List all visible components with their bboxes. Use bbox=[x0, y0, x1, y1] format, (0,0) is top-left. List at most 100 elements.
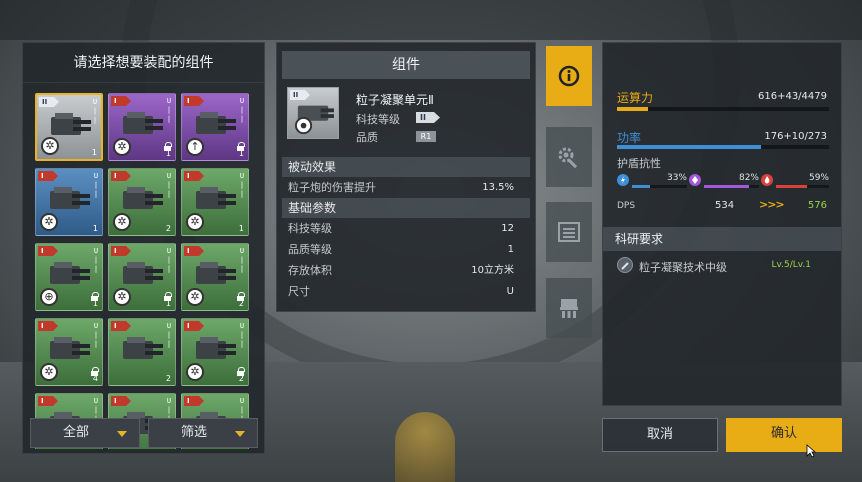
card-count: 2 bbox=[165, 224, 171, 233]
slot-size-mark: U|| bbox=[239, 172, 245, 198]
component-card[interactable]: I U | | ✲ 2 bbox=[181, 318, 249, 386]
tier-badge: I bbox=[184, 171, 204, 181]
card-count: 1 bbox=[92, 299, 98, 308]
crosshair-icon: ⊕ bbox=[40, 288, 58, 306]
resist-row: 33% 82% 59% bbox=[617, 173, 829, 193]
power-label: 功率 bbox=[617, 131, 642, 145]
mouse-cursor-icon bbox=[806, 444, 816, 458]
card-count: 1 bbox=[165, 149, 171, 158]
tier-badge: I bbox=[111, 246, 131, 256]
power-bar-fill bbox=[617, 145, 762, 149]
research-item: 粒子凝聚技术中级 bbox=[639, 261, 727, 274]
component-card[interactable]: I U | | ✲ 1 bbox=[35, 168, 103, 236]
card-count: 1 bbox=[92, 224, 98, 233]
resist-lightning: 33% bbox=[617, 173, 687, 189]
component-grid: II U | | ✲ 1 I U | | ✲ 1 I U | | ↑ 1 I U | | ✲ 1 I U | | ✲ 2 I U | | ✲ 1 I U |… bbox=[35, 93, 257, 449]
filter-all-dropdown[interactable]: 全部 bbox=[30, 418, 140, 448]
basic-row-label: 存放体积 bbox=[288, 264, 332, 277]
basic-row: 科技等级 12 bbox=[282, 218, 530, 239]
filter-select-dropdown[interactable]: 筛选 bbox=[148, 418, 258, 448]
basic-row: 品质等级 1 bbox=[282, 239, 530, 260]
list-icon bbox=[558, 222, 580, 242]
component-card[interactable]: I U | | 2 bbox=[108, 318, 176, 386]
component-card[interactable]: I U | | ↑ 1 bbox=[181, 93, 249, 161]
component-card[interactable]: I U | | ✲ 4 bbox=[35, 318, 103, 386]
cancel-button[interactable]: 取消 bbox=[602, 418, 718, 452]
chevron-down-icon bbox=[235, 431, 245, 437]
power-value: 176+10/273 bbox=[764, 131, 827, 142]
compute-bar bbox=[617, 107, 829, 111]
passive-section-title: 被动效果 bbox=[282, 157, 530, 177]
passive-row: 粒子炮的伤害提升 13.5% bbox=[282, 177, 530, 198]
tab-modules[interactable] bbox=[546, 127, 592, 187]
wheel-icon: ✲ bbox=[186, 363, 204, 381]
tier-badge: I bbox=[38, 246, 58, 256]
crystal-icon bbox=[689, 174, 701, 186]
tier-badge: I bbox=[184, 96, 204, 106]
component-card[interactable]: I U | | ✲ 2 bbox=[181, 243, 249, 311]
card-count: 1 bbox=[165, 299, 171, 308]
component-card[interactable]: I U | | ✲ 1 bbox=[181, 168, 249, 236]
slot-size-mark: U|| bbox=[166, 172, 172, 198]
resist-fire-bar bbox=[776, 185, 808, 188]
research-title: 科研要求 bbox=[603, 227, 841, 251]
component-card[interactable]: I U | | ✲ 1 bbox=[108, 93, 176, 161]
component-select-panel: 请选择想要装配的组件 II U | | ✲ 1 I U | | ✲ 1 I U | | ↑ 1 I U | | ✲ 1 I U | |… bbox=[22, 42, 265, 454]
hangar-light bbox=[395, 412, 455, 482]
wheel-icon: ✲ bbox=[186, 213, 204, 231]
slot-size-mark: U|| bbox=[93, 172, 99, 198]
dps-before: 534 bbox=[715, 200, 735, 211]
tier-badge: I bbox=[184, 396, 204, 406]
tier-badge: II bbox=[39, 97, 59, 107]
slot-size-mark: U|| bbox=[93, 322, 99, 348]
passive-row-value: 13.5% bbox=[482, 182, 514, 193]
basic-row-label: 尺寸 bbox=[288, 285, 310, 298]
resist-fire: 59% bbox=[761, 173, 829, 189]
passive-row-label: 粒子炮的伤害提升 bbox=[288, 181, 376, 194]
basic-row: 尺寸 U bbox=[282, 281, 530, 302]
resist-crystal: 82% bbox=[689, 173, 759, 189]
wheel-icon: ✲ bbox=[113, 288, 131, 306]
component-select-title: 请选择想要装配的组件 bbox=[23, 43, 264, 83]
card-count: 2 bbox=[238, 299, 244, 308]
fire-icon bbox=[761, 174, 773, 186]
card-count: 1 bbox=[238, 149, 244, 158]
tab-info[interactable] bbox=[546, 46, 592, 106]
wheel-icon: ✲ bbox=[41, 137, 59, 155]
tier-badge: I bbox=[184, 321, 204, 331]
wheel-icon: ✲ bbox=[40, 213, 58, 231]
wheel-icon: ✲ bbox=[113, 138, 131, 156]
detail-title: 组件 bbox=[282, 51, 530, 79]
slot-size-mark: U|| bbox=[166, 322, 172, 348]
research-level: Lv.5/Lv.1 bbox=[771, 260, 812, 270]
wheel-icon: ✲ bbox=[186, 288, 204, 306]
info-icon bbox=[558, 65, 580, 87]
tab-list[interactable] bbox=[546, 202, 592, 262]
basic-section-title: 基础参数 bbox=[282, 198, 530, 218]
component-card[interactable]: II U | | ✲ 1 bbox=[35, 93, 103, 161]
research-icon bbox=[617, 257, 633, 273]
basic-row-value: 1 bbox=[507, 244, 514, 255]
shield-resist-label: 护盾抗性 bbox=[617, 157, 661, 170]
arrow-up-icon: ↑ bbox=[186, 138, 204, 156]
slot-size-mark: U|| bbox=[239, 322, 245, 348]
slot-size-mark: U|| bbox=[239, 97, 245, 123]
tech-level-badge: II bbox=[416, 112, 440, 123]
tier-badge: I bbox=[38, 321, 58, 331]
component-card[interactable]: I U | | ✲ 1 bbox=[108, 243, 176, 311]
hangar-ceiling bbox=[0, 0, 862, 40]
module-summary: II 粒子凝聚单元Ⅱ 科技等级 II 品质 R1 bbox=[282, 87, 530, 153]
tab-chip[interactable] bbox=[546, 278, 592, 338]
filter-all-label: 全部 bbox=[63, 425, 90, 440]
slot-size-mark: U|| bbox=[239, 247, 245, 273]
filter-select-label: 筛选 bbox=[181, 425, 208, 440]
confirm-button[interactable]: 确认 bbox=[726, 418, 842, 452]
component-card[interactable]: I U | | ✲ 2 bbox=[108, 168, 176, 236]
compute-label: 运算力 bbox=[617, 91, 654, 105]
component-card[interactable]: I U | | ⊕ 1 bbox=[35, 243, 103, 311]
turret-icon bbox=[123, 337, 163, 359]
card-count: 2 bbox=[238, 374, 244, 383]
lightning-icon bbox=[617, 174, 629, 186]
basic-row-value: 10立方米 bbox=[471, 265, 514, 276]
wheel-icon: ✲ bbox=[40, 363, 58, 381]
